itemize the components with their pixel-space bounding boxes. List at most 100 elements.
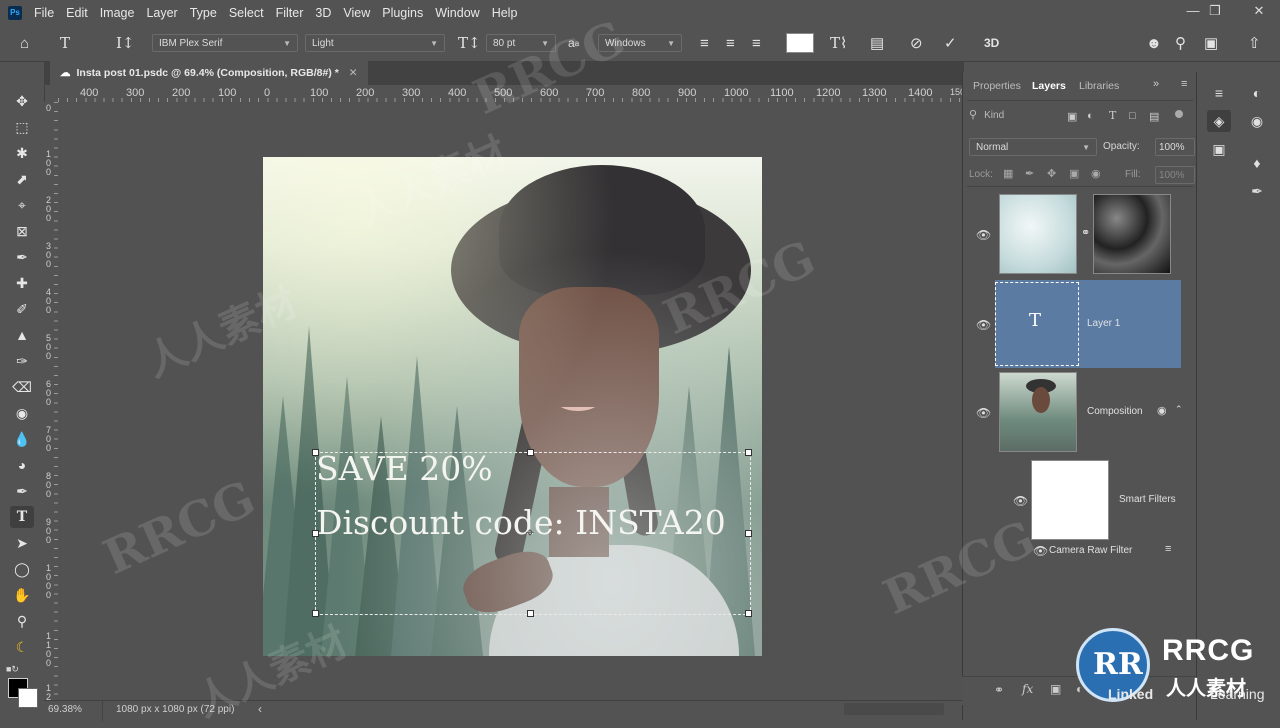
document-tab[interactable]: ☁ Insta post 01.psdc @ 69.4% (Compositio… [50,61,368,85]
close-window-icon[interactable]: ✕ [1250,2,1268,20]
workspace-icon[interactable]: ▣ [1204,32,1224,54]
search-icon[interactable]: ⚲ [1175,32,1195,54]
collapse-arrow-icon[interactable]: ⌃ [1175,404,1183,415]
visibility-eye-icon[interactable]: 👁 [976,318,991,332]
marquee-tool-icon[interactable]: ⬚ [10,116,34,138]
menu-type[interactable]: Type [190,6,217,20]
close-tab-icon[interactable]: ✕ [349,67,358,79]
panel-menu-icon[interactable]: ≡ [1181,78,1187,90]
transform-handle[interactable] [312,610,319,617]
ellipse-tool-icon[interactable]: ◯ [10,558,34,580]
user-icon[interactable]: ☻ [1146,32,1166,54]
layer-style-fx-icon[interactable]: fx [1022,682,1033,696]
filter-smart-object-icon[interactable]: ▤ [1149,110,1159,123]
layer-name[interactable]: Camera Raw Filter [1049,545,1132,556]
visibility-eye-icon[interactable]: 👁 [976,406,991,420]
tab-libraries[interactable]: Libraries [1079,80,1119,92]
lock-position-icon[interactable]: ✥ [1047,167,1056,180]
link-icon[interactable]: ⚭ [1081,226,1090,239]
cancel-icon[interactable]: ⊘ [910,32,930,54]
visibility-eye-icon[interactable]: 👁 [1013,494,1028,508]
smart-filter-icon[interactable]: ◉ [1157,404,1167,417]
layer-row-smart-filters[interactable]: 👁 Smart Filters [971,458,1189,544]
menu-image[interactable]: Image [100,6,135,20]
type-tool-icon[interactable]: T [10,506,34,528]
swatches-icon[interactable]: ◉ [1245,110,1269,132]
lock-paint-icon[interactable]: ✒ [1025,167,1034,180]
opacity-input[interactable]: 100% [1155,138,1195,156]
panel-collapse-icon[interactable]: » [1153,78,1159,90]
filter-shape-icon[interactable]: □ [1129,110,1136,122]
3d-button[interactable]: 3D [984,32,1006,54]
transform-handle[interactable] [312,530,319,537]
text-color-swatch[interactable] [786,32,814,54]
menu-select[interactable]: Select [229,6,264,20]
menu-view[interactable]: View [343,6,370,20]
menu-help[interactable]: Help [492,6,518,20]
share-icon[interactable]: ⇧ [1248,32,1268,54]
pen-path-icon[interactable]: ✒ [1245,180,1269,202]
align-right-icon[interactable]: ≡ [752,32,772,54]
blend-mode-select[interactable]: Normal ▼ [969,138,1097,156]
eyedropper-tool-icon[interactable]: ✒ [10,246,34,268]
menu-filter[interactable]: Filter [276,6,304,20]
background-color-swatch[interactable] [18,688,38,708]
paint-bucket-tool-icon[interactable]: ◉ [10,402,34,424]
object-selection-tool-icon[interactable]: ⬈ [10,168,34,190]
move-tool-icon[interactable]: ✥ [10,90,34,112]
zoom-tool-icon[interactable]: ⚲ [10,610,34,632]
minimize-icon[interactable]: — [1184,2,1202,20]
eraser-tool-icon[interactable]: ⌫ [10,376,34,398]
history-brush-tool-icon[interactable]: ✑ [10,350,34,372]
fill-input[interactable]: 100% [1155,166,1195,184]
transform-handle[interactable] [312,449,319,456]
transform-handle[interactable] [745,449,752,456]
filter-pixel-icon[interactable]: ▣ [1067,110,1077,123]
align-left-icon[interactable]: ≡ [700,32,720,54]
clone-stamp-tool-icon[interactable]: ▲ [10,324,34,346]
paths-icon[interactable]: ♦ [1245,152,1269,174]
menu-plugins[interactable]: Plugins [382,6,423,20]
properties-panel-icon[interactable]: ▣ [1207,138,1231,160]
menu-layer[interactable]: Layer [146,6,177,20]
align-center-icon[interactable]: ≡ [726,32,746,54]
blur-tool-icon[interactable]: 💧 [10,428,34,450]
layer-filter-select[interactable]: ⚲ Kind [969,108,1063,128]
transform-handle[interactable] [745,610,752,617]
lock-all-icon[interactable]: ◉ [1091,167,1101,180]
layer-row-text-selected[interactable]: T Layer 1 [995,280,1181,368]
path-selection-tool-icon[interactable]: ➤ [10,532,34,554]
filter-options-icon[interactable]: ≡ [1165,543,1171,555]
transform-handle[interactable] [745,530,752,537]
menu-3d[interactable]: 3D [315,6,331,20]
toggle-text-orientation-icon[interactable]: I↕ [116,32,140,54]
warp-text-icon[interactable]: T⌇ [830,32,850,54]
color-icon[interactable]: ◐ [1245,82,1269,104]
font-family-select[interactable]: IBM Plex Serif ▼ [152,34,298,52]
layers-icon[interactable]: ◈ [1207,110,1231,132]
crop-tool-icon[interactable]: ⌖ [10,194,34,216]
hand-tool-icon[interactable]: ✋ [10,584,34,606]
transform-handle[interactable] [527,610,534,617]
layer-name[interactable]: Smart Filters [1119,494,1176,505]
font-style-select[interactable]: Light ▼ [305,34,445,52]
status-arrow-icon[interactable]: ‹ [258,702,262,716]
restore-icon[interactable]: ❐ [1206,2,1224,20]
frame-tool-icon[interactable]: ⊠ [10,220,34,242]
menu-window[interactable]: Window [435,6,479,20]
anti-alias-select[interactable]: Windows ▼ [598,34,682,52]
home-icon[interactable]: ⌂ [20,32,42,54]
font-size-select[interactable]: 80 pt ▼ [486,34,556,52]
layer-row-composition[interactable]: 👁 Composition ◉ ⌃ [971,370,1189,456]
character-panel-icon[interactable]: ▤ [870,32,890,54]
adjustments-sliders-icon[interactable]: ≡ [1207,82,1231,104]
brush-tool-icon[interactable]: ✐ [10,298,34,320]
commit-icon[interactable]: ✓ [944,32,964,54]
healing-brush-tool-icon[interactable]: ✚ [10,272,34,294]
add-mask-icon[interactable]: ▣ [1050,682,1061,696]
lock-pixels-icon[interactable]: ▦ [1003,167,1013,180]
lock-artboard-icon[interactable]: ▣ [1069,167,1079,180]
zoom-level[interactable]: 69.38% [48,704,82,715]
type-tool-preset-icon[interactable]: T [60,32,82,54]
menu-file[interactable]: File [34,6,54,20]
